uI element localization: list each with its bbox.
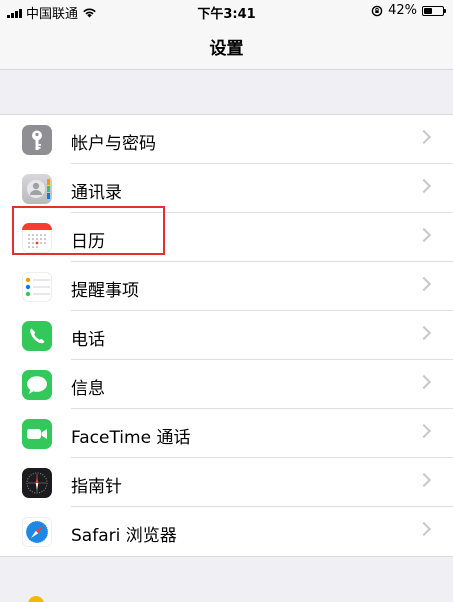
phone-icon [22,321,52,351]
facetime-icon [22,419,52,449]
battery-fill [424,7,432,14]
chevron-right-icon [416,423,432,439]
compass-icon [22,468,52,498]
chevron-right-icon [416,374,432,390]
row-label: FaceTime 通话 [71,428,191,448]
messages-icon [22,370,52,400]
chevron-right-icon [416,472,432,488]
navigation-bar: 设置 [0,22,453,70]
row-label: Safari 浏览器 [71,526,177,546]
battery-percent: 42% [388,3,417,18]
safari-icon [22,517,52,547]
settings-group: 帐户与密码 通讯录 日历 提醒事项 电话 信息 FaceTime 通话 指南针 … [0,114,453,557]
key-icon [22,125,52,155]
chevron-right-icon [416,521,432,537]
reminders-icon [22,272,52,302]
settings-row-reminders[interactable]: 提醒事项 [0,262,453,311]
settings-row-phone[interactable]: 电话 [0,311,453,360]
row-label: 提醒事项 [71,281,139,301]
chevron-right-icon [416,276,432,292]
status-bar: 中国联通 下午3:41 42% [0,0,453,22]
settings-row-accounts-passwords[interactable]: 帐户与密码 [0,115,453,164]
highlight-box [12,206,165,255]
settings-row-facetime[interactable]: FaceTime 通话 [0,409,453,458]
settings-row-messages[interactable]: 信息 [0,360,453,409]
settings-screen: 中国联通 下午3:41 42% 设置 帐户与密码 通讯录 日历 提醒事项 电话 … [0,0,453,602]
contacts-icon [22,174,52,204]
page-title: 设置 [209,39,244,59]
row-label: 电话 [71,330,105,350]
status-right: 42% [371,3,446,18]
settings-row-compass[interactable]: 指南针 [0,458,453,507]
orientation-lock-icon [371,5,383,16]
chevron-right-icon [416,227,432,243]
battery-icon [422,5,446,16]
chevron-right-icon [416,129,432,145]
row-label: 通讯录 [71,183,122,203]
partial-row-icon [28,596,44,602]
row-label: 帐户与密码 [71,134,156,154]
chevron-right-icon [416,325,432,341]
row-label: 信息 [71,379,105,399]
chevron-right-icon [416,178,432,194]
row-label: 指南针 [71,477,122,497]
settings-row-safari[interactable]: Safari 浏览器 [0,507,453,556]
